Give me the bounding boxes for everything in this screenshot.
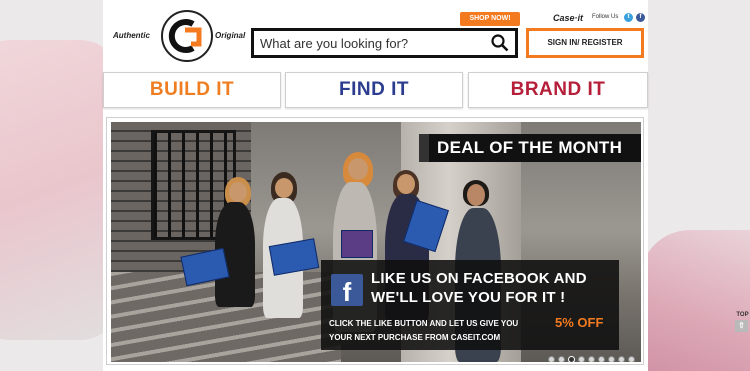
background-decoration-left	[0, 40, 120, 340]
caseit-wordmark: Case·it	[553, 13, 584, 23]
hero-photo: DEAL OF THE MONTH f LIKE US ON FACEBOOK …	[111, 122, 641, 362]
nav-find-it[interactable]: FIND IT	[285, 72, 463, 108]
search-icon[interactable]	[491, 34, 509, 57]
carousel-dot[interactable]	[588, 356, 595, 362]
carousel-dot[interactable]	[558, 356, 565, 362]
carousel-dot[interactable]	[548, 356, 555, 362]
sign-in-register-button[interactable]: SIGN IN/ REGISTER	[526, 28, 644, 58]
search-box	[251, 28, 518, 58]
carousel-dot[interactable]	[578, 356, 585, 362]
promo-subtext-line2: YOUR NEXT PURCHASE FROM CASEIT.COM	[329, 333, 501, 342]
back-to-top-button[interactable]: TOP ⇧	[735, 312, 750, 332]
promo-discount: 5% OFF	[555, 315, 604, 330]
follow-us-label: Follow Us	[592, 14, 619, 20]
nav-brand-it[interactable]: BRAND IT	[468, 72, 648, 108]
carousel-dot[interactable]	[608, 356, 615, 362]
hero-banner[interactable]: DEAL OF THE MONTH f LIKE US ON FACEBOOK …	[106, 117, 644, 365]
arrow-up-icon: ⇧	[735, 320, 748, 332]
promo-headline-line1: LIKE US ON FACEBOOK AND	[371, 270, 587, 287]
carousel-dot[interactable]	[598, 356, 605, 362]
twitter-icon[interactable]: t	[624, 13, 633, 22]
deal-of-the-month-banner: DEAL OF THE MONTH	[419, 134, 641, 162]
shop-now-button[interactable]: SHOP NOW!	[460, 12, 520, 26]
tagline-original: Original	[215, 31, 246, 40]
carousel-dot[interactable]	[618, 356, 625, 362]
promo-subtext-line1: CLICK THE LIKE BUTTON AND LET US GIVE YO…	[329, 319, 519, 328]
tagline-authentic: Authentic	[113, 31, 150, 40]
site-logo[interactable]: Authentic Original	[113, 10, 246, 62]
promo-headline-line2: WE'LL LOVE YOU FOR IT !	[371, 289, 566, 306]
carousel-dot[interactable]	[568, 356, 575, 362]
top-label: TOP	[736, 312, 749, 318]
facebook-logo-icon[interactable]: f	[331, 274, 363, 307]
page-container: Authentic Original SHOP NOW! Case·it Fol…	[103, 0, 648, 371]
nav-build-it[interactable]: BUILD IT	[103, 72, 281, 108]
carousel-dot[interactable]	[628, 356, 635, 362]
facebook-promo-panel: f LIKE US ON FACEBOOK AND WE'LL LOVE YOU…	[321, 260, 619, 350]
logo-mark-icon	[161, 10, 213, 62]
carousel-pagination	[548, 350, 641, 362]
search-input[interactable]	[260, 34, 480, 52]
background-decoration-right	[640, 230, 750, 371]
facebook-icon[interactable]: f	[636, 13, 645, 22]
